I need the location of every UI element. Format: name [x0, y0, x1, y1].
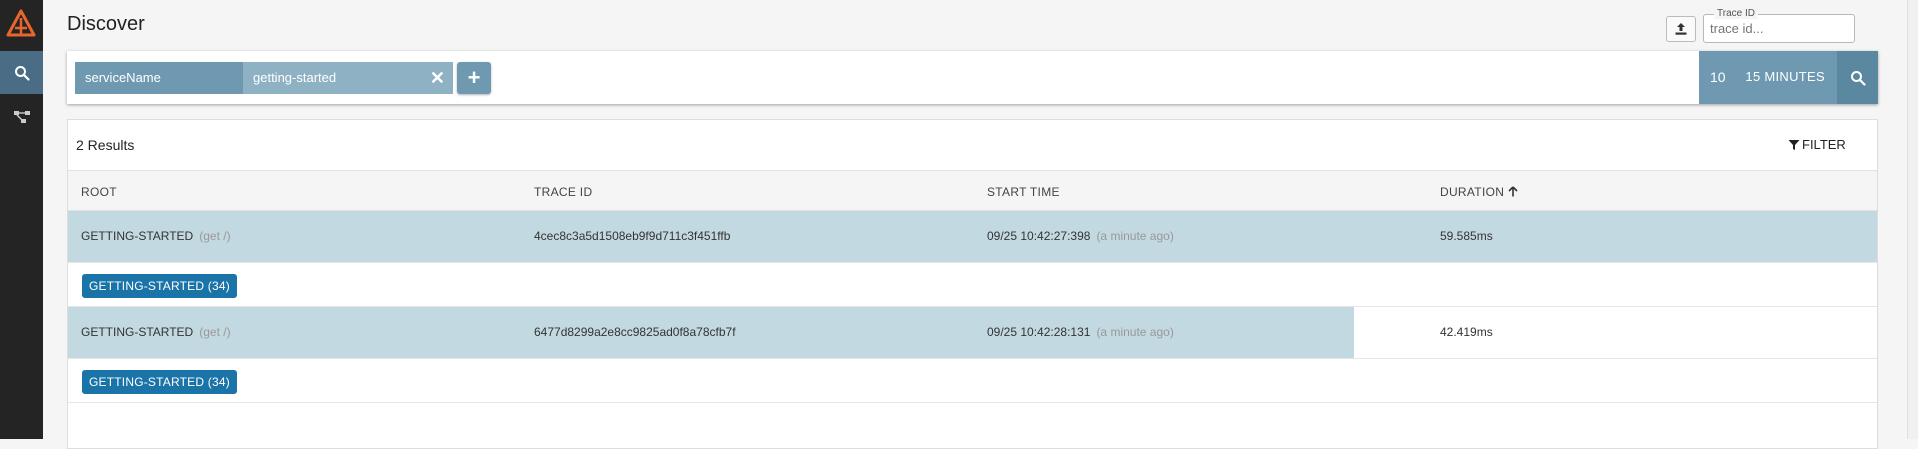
root-cell: GETTING-STARTED (get /) [81, 325, 231, 339]
lookback-value: 15 MINUTES [1745, 69, 1825, 84]
sidebar [0, 0, 43, 439]
column-trace-id[interactable]: TRACE ID [534, 185, 592, 199]
limit-value: 10 [1710, 69, 1726, 85]
relative-time: (a minute ago) [1096, 325, 1174, 339]
criteria-key-chip[interactable]: serviceName [75, 62, 243, 94]
root-cell: GETTING-STARTED (get /) [81, 229, 231, 243]
column-duration-label: DURATION [1440, 185, 1505, 199]
results-count: 2 Results [76, 137, 135, 153]
root-span-name: (get /) [199, 325, 231, 339]
sidebar-item-discover[interactable] [0, 51, 43, 94]
trace-id-cell: 6477d8299a2e8cc9825ad0f8a78cfb7f [534, 325, 736, 339]
zipkin-logo-icon[interactable] [5, 8, 37, 40]
column-root[interactable]: ROOT [81, 185, 117, 199]
page-title: Discover [67, 13, 145, 35]
upload-button[interactable] [1666, 16, 1696, 42]
criteria-value-chip[interactable]: getting-started ✕ [243, 62, 453, 94]
table-row[interactable]: GETTING-STARTED (get /) 4cec8c3a5d1508eb9… [68, 211, 1877, 263]
service-badge-row: GETTING-STARTED (34) [68, 359, 1877, 403]
filter-button[interactable]: FILTER [1788, 137, 1846, 152]
duration-bar [68, 211, 1877, 262]
dependencies-icon [13, 110, 30, 123]
page-scrollbar[interactable] [1907, 0, 1918, 439]
search-button[interactable] [1837, 51, 1878, 104]
service-badge-row: GETTING-STARTED (34) [68, 263, 1877, 307]
duration-cell: 59.585ms [1440, 229, 1493, 243]
main-area: Discover Trace ID serviceName getting-st… [43, 0, 1918, 449]
start-time: 09/25 10:42:28:131 [987, 325, 1091, 339]
trace-id-cell: 4cec8c3a5d1508eb9f9d711c3f451ffb [534, 229, 731, 243]
root-service: GETTING-STARTED [81, 229, 194, 243]
start-time: 09/25 10:42:27:398 [987, 229, 1091, 243]
table-row[interactable]: GETTING-STARTED (get /) 6477d8299a2e8cc98… [68, 307, 1877, 359]
limit-lookback-settings[interactable]: 10 15 MINUTES [1699, 51, 1837, 104]
root-span-name: (get /) [199, 229, 231, 243]
search-icon [1850, 70, 1866, 86]
duration-cell: 42.419ms [1440, 325, 1493, 339]
service-badge[interactable]: GETTING-STARTED (34) [82, 370, 237, 394]
search-icon [14, 65, 30, 81]
criteria-value-label: getting-started [253, 70, 337, 85]
upload-icon [1675, 23, 1687, 35]
filter-icon [1788, 139, 1800, 150]
filter-label: FILTER [1802, 137, 1846, 152]
sort-ascending-arrow-icon [1508, 186, 1518, 197]
sidebar-item-dependencies[interactable] [0, 95, 43, 138]
column-duration[interactable]: DURATION [1440, 185, 1518, 199]
column-start-time[interactable]: START TIME [987, 185, 1060, 199]
relative-time: (a minute ago) [1096, 229, 1174, 243]
search-bar: serviceName getting-started ✕ + 10 15 MI… [67, 51, 1878, 104]
service-badge[interactable]: GETTING-STARTED (34) [82, 274, 237, 298]
results-panel: 2 Results FILTER ROOT TRACE ID START TIM… [67, 119, 1878, 449]
table-header: ROOT TRACE ID START TIME DURATION [68, 170, 1877, 211]
add-criteria-button[interactable]: + [457, 62, 491, 94]
root-service: GETTING-STARTED [81, 325, 194, 339]
start-time-cell: 09/25 10:42:27:398 (a minute ago) [987, 229, 1174, 243]
trace-id-input[interactable] [1706, 18, 1851, 39]
start-time-cell: 09/25 10:42:28:131 (a minute ago) [987, 325, 1174, 339]
plus-icon: + [467, 65, 481, 90]
remove-criteria-close-icon[interactable]: ✕ [430, 62, 445, 94]
